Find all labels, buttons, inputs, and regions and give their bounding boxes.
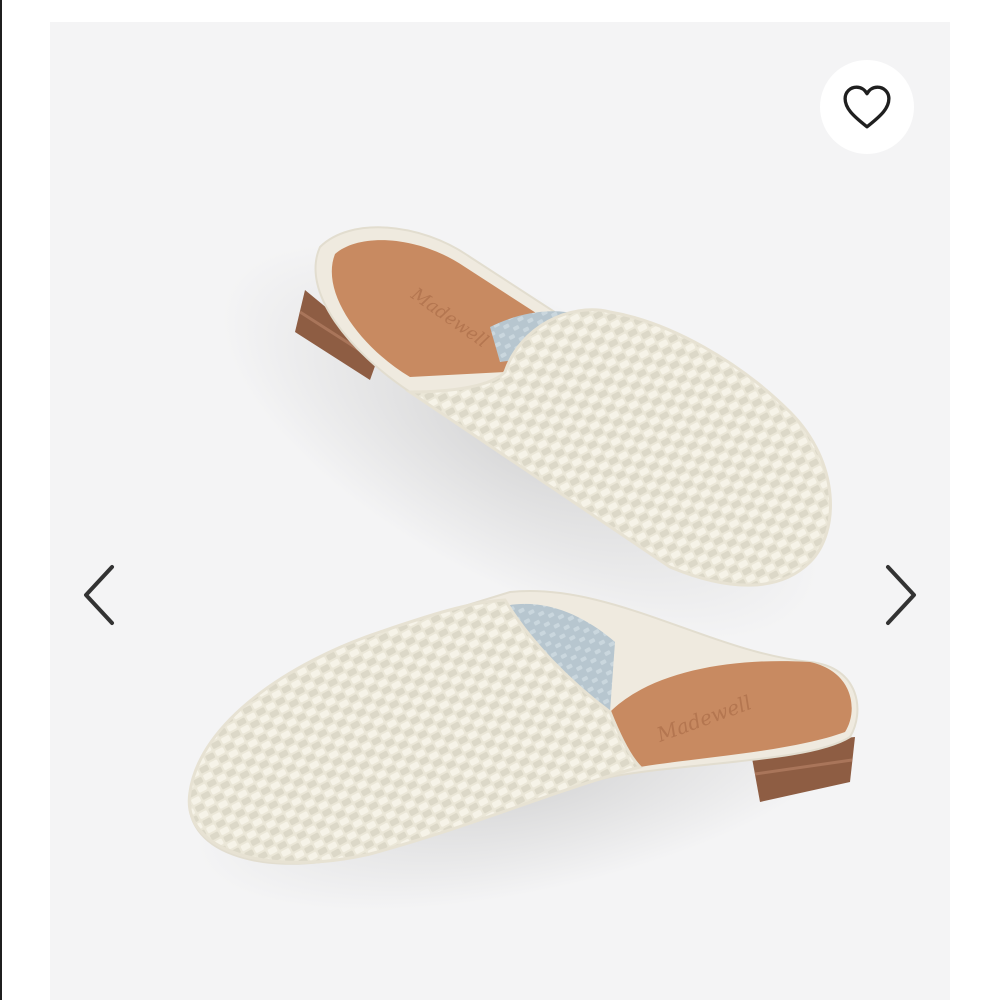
heart-icon xyxy=(843,85,891,129)
chevron-left-icon xyxy=(84,565,114,625)
product-image: Madewell Madewell xyxy=(187,226,864,911)
favorite-button[interactable] xyxy=(820,60,914,154)
chevron-right-icon xyxy=(886,565,916,625)
product-image-carousel[interactable]: Madewell Madewell xyxy=(50,22,950,1000)
product-viewport: Madewell Madewell xyxy=(0,0,1000,1000)
next-image-button[interactable] xyxy=(870,555,930,635)
left-edge-border xyxy=(0,0,2,1000)
previous-image-button[interactable] xyxy=(70,555,130,635)
bottom-mule: Madewell xyxy=(187,590,864,911)
